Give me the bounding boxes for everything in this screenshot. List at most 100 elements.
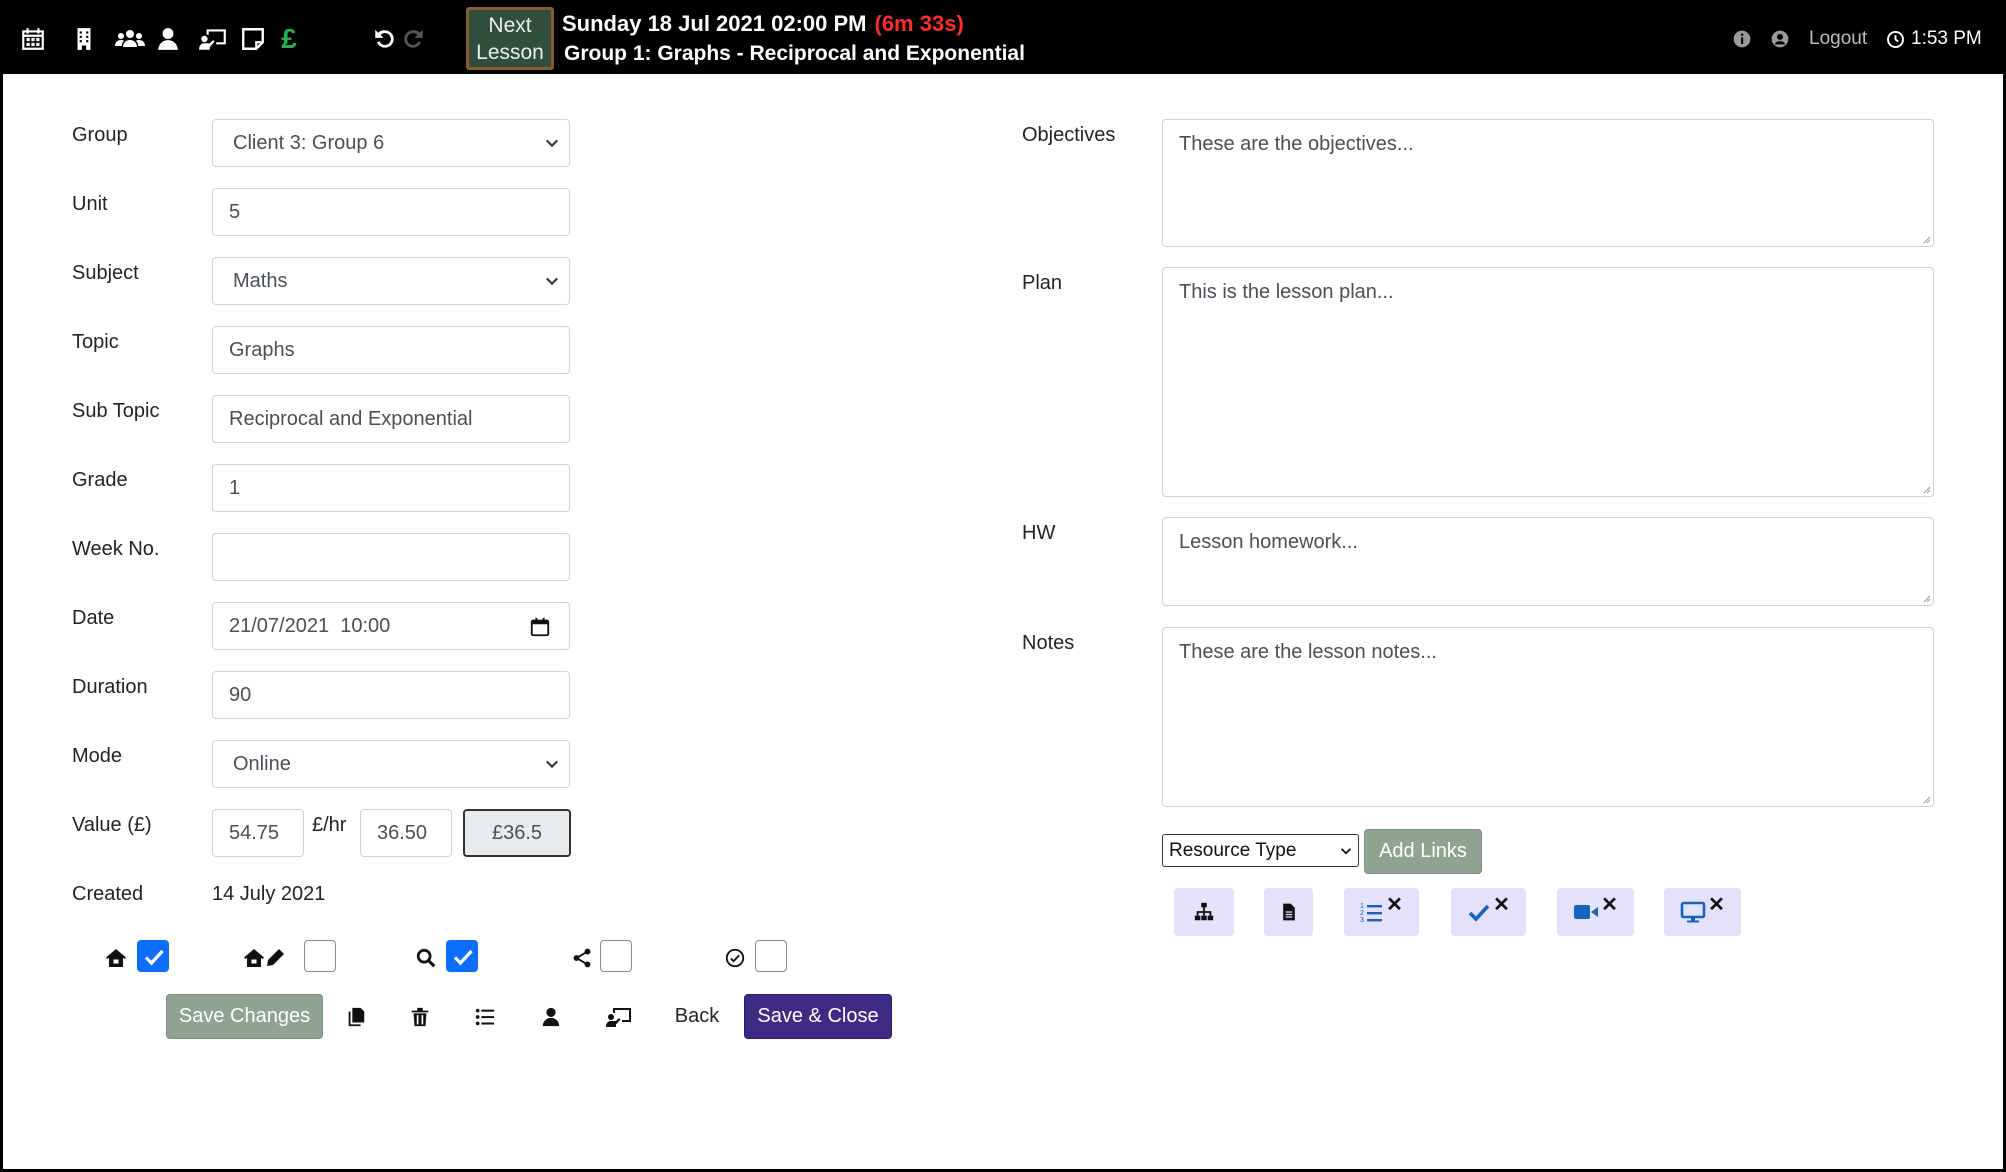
resize-grip-icon[interactable]	[1921, 794, 1931, 804]
chevron-down-icon	[546, 277, 558, 286]
value-label: Value (£)	[72, 814, 152, 836]
plan-textarea[interactable]: This is the lesson plan...	[1162, 267, 1934, 497]
remove-check-button[interactable]: ✕	[1451, 888, 1526, 936]
unit-label: Unit	[72, 193, 108, 215]
grade-input[interactable]: 1	[212, 464, 570, 512]
resource-type-select[interactable]: Resource Type	[1162, 834, 1359, 867]
notes-text: These are the lesson notes...	[1179, 641, 1437, 663]
resize-grip-icon[interactable]	[1921, 234, 1931, 244]
remove-video-button[interactable]: ✕	[1557, 888, 1634, 936]
clock-icon	[1887, 30, 1904, 48]
value-rate-input[interactable]: 36.50	[360, 809, 452, 857]
subject-label: Subject	[72, 262, 139, 284]
resize-grip-icon[interactable]	[1921, 593, 1931, 603]
subtopic-input[interactable]: Reciprocal and Exponential	[212, 395, 570, 443]
next-lesson-button[interactable]: Next Lesson	[466, 7, 554, 70]
complete-checkbox[interactable]	[755, 940, 787, 972]
calendar-picker-icon[interactable]	[529, 616, 551, 638]
chalkboard-teacher-icon[interactable]	[196, 24, 230, 54]
svg-text:3: 3	[1360, 917, 1364, 924]
document-button[interactable]	[1264, 888, 1313, 936]
group-label: Group	[72, 124, 128, 146]
chevron-down-icon	[1340, 848, 1352, 855]
chalkboard-teacher-icon[interactable]	[604, 1004, 634, 1030]
date-input[interactable]: 21/07/2021 10:00	[212, 602, 570, 650]
created-label: Created	[72, 883, 144, 905]
hw-textarea[interactable]: Lesson homework...	[1162, 517, 1934, 606]
grade-label: Grade	[72, 469, 128, 491]
remove-list-button[interactable]: 123 ✕	[1344, 888, 1419, 936]
list-icon[interactable]	[472, 1004, 498, 1030]
subject-value: Maths	[233, 269, 288, 292]
value-amount-input[interactable]: 54.75	[212, 809, 304, 857]
clock-time: 1:53 PM	[1911, 28, 1982, 49]
plan-label: Plan	[1022, 272, 1063, 294]
group-select[interactable]: Client 3: Group 6	[212, 119, 570, 167]
hw-text: Lesson homework...	[1179, 531, 1358, 553]
user-circle-icon[interactable]	[1770, 24, 1790, 54]
objectives-textarea[interactable]: These are the objectives...	[1162, 119, 1934, 247]
topic-input[interactable]: Graphs	[212, 326, 570, 374]
trash-icon[interactable]	[407, 1004, 433, 1030]
resource-type-value: Resource Type	[1169, 839, 1297, 861]
save-close-button[interactable]: Save & Close	[744, 994, 892, 1039]
subtopic-label: Sub Topic	[72, 400, 160, 422]
redo-icon[interactable]	[398, 24, 428, 54]
datetime-text: Sunday 18 Jul 2021 02:00 PM	[562, 11, 867, 36]
home-pen-icon	[243, 945, 287, 971]
add-links-button[interactable]: Add Links	[1364, 829, 1482, 874]
users-icon[interactable]	[112, 24, 148, 54]
share-checkbox[interactable]	[600, 940, 632, 972]
desktop-icon	[1680, 901, 1706, 923]
group-value: Client 3: Group 6	[233, 131, 385, 154]
unit-input[interactable]: 5	[212, 188, 570, 236]
lesson-datetime: Sunday 18 Jul 2021 02:00 PM (6m 33s)	[562, 11, 964, 37]
close-icon: ✕	[1708, 893, 1725, 916]
pound-icon[interactable]: £	[274, 23, 304, 54]
back-button[interactable]: Back	[667, 994, 727, 1039]
plan-text: This is the lesson plan...	[1179, 281, 1394, 303]
created-value: 14 July 2021	[212, 883, 326, 905]
resize-grip-icon[interactable]	[1921, 484, 1931, 494]
mode-value: Online	[233, 752, 291, 775]
list-ol-icon: 123	[1360, 903, 1383, 924]
sitemap-icon	[1194, 902, 1214, 921]
undo-icon[interactable]	[370, 24, 400, 54]
notes-textarea[interactable]: These are the lesson notes...	[1162, 627, 1934, 807]
home-pen-checkbox[interactable]	[304, 940, 336, 972]
check-circle-icon	[722, 945, 748, 971]
top-navbar: £ Next Lesson Sunday 18 Jul 2021 02:00 P…	[0, 0, 2006, 74]
close-icon: ✕	[1386, 893, 1403, 916]
objectives-text: These are the objectives...	[1179, 133, 1414, 155]
user-icon[interactable]	[153, 24, 183, 54]
building-icon[interactable]	[69, 24, 99, 54]
save-changes-button[interactable]: Save Changes	[166, 994, 323, 1039]
chevron-down-icon	[546, 760, 558, 769]
subject-select[interactable]: Maths	[212, 257, 570, 305]
duration-input[interactable]: 90	[212, 671, 570, 719]
search-checkbox[interactable]	[446, 940, 478, 972]
home-checkbox[interactable]	[137, 940, 169, 972]
close-icon: ✕	[1601, 893, 1618, 916]
calendar-icon[interactable]	[18, 24, 48, 54]
week-label: Week No.	[72, 538, 160, 560]
svg-text:2: 2	[1360, 910, 1364, 917]
lesson-form: Group Client 3: Group 6 Unit 5 Subject M…	[3, 74, 2003, 1169]
user-icon[interactable]	[538, 1004, 564, 1030]
sticky-note-icon[interactable]	[238, 24, 268, 54]
date-label: Date	[72, 607, 115, 629]
duration-label: Duration	[72, 676, 148, 698]
week-input[interactable]	[212, 533, 570, 581]
copy-icon[interactable]	[343, 1004, 369, 1030]
info-icon[interactable]	[1732, 24, 1752, 54]
sitemap-button[interactable]	[1174, 888, 1234, 936]
objectives-label: Objectives	[1022, 124, 1116, 146]
logout-link[interactable]: Logout	[1809, 24, 1867, 54]
share-icon	[569, 945, 595, 971]
remove-screen-button[interactable]: ✕	[1664, 888, 1741, 936]
search-icon	[413, 945, 439, 971]
countdown-timer: (6m 33s)	[874, 11, 964, 36]
notes-label: Notes	[1022, 632, 1075, 654]
lesson-title: Group 1: Graphs - Reciprocal and Exponen…	[564, 42, 1025, 65]
mode-select[interactable]: Online	[212, 740, 570, 788]
